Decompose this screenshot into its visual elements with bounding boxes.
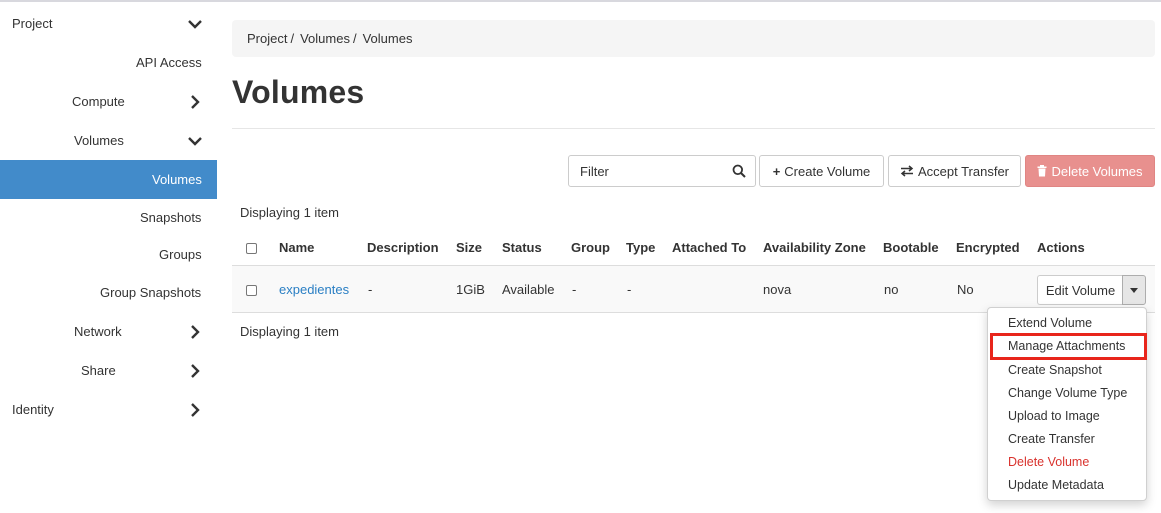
cell-group: - [572,282,577,297]
cell-status: Available [502,282,555,297]
filter-input[interactable] [568,155,756,187]
cell-bootable: no [884,282,899,297]
displaying-count: Displaying 1 item [240,205,339,220]
column-header-type[interactable]: Type [626,240,655,255]
breadcrumb: Project / Volumes / Volumes [232,20,1155,57]
column-header-size[interactable]: Size [456,240,482,255]
sidebar-item-label: Compute [72,94,125,109]
edit-volume-button[interactable]: Edit Volume [1037,275,1123,305]
sidebar-item-label: Snapshots [140,210,202,225]
search-icon[interactable] [732,164,746,178]
sidebar-item-share[interactable]: Share [0,351,217,390]
breadcrumb-separator: / [290,31,295,46]
delete-volumes-label: Delete Volumes [1051,163,1143,179]
accept-transfer-label: Accept Transfer [917,163,1010,179]
chevron-right-icon [191,325,200,339]
sidebar-item-label: Groups [159,247,202,262]
column-header-bootable[interactable]: Bootable [883,240,939,255]
menu-item-create-snapshot[interactable]: Create Snapshot [1008,363,1102,377]
caret-down-icon [1130,287,1138,293]
accept-transfer-button[interactable]: Accept Transfer [888,155,1021,187]
sidebar-item-volumes[interactable]: Volumes [0,160,217,199]
chevron-right-icon [191,403,200,417]
sidebar: Project API Access Compute Volumes Volum… [0,2,217,513]
cell-type: - [627,282,632,297]
create-volume-label: Create Volume [784,163,871,179]
highlight-annotation-box [990,333,1147,360]
divider [232,128,1155,129]
breadcrumb-item[interactable]: Project [247,31,287,46]
column-header-description[interactable]: Description [367,240,439,255]
column-header-attached-to[interactable]: Attached To [672,240,746,255]
cell-availability-zone: nova [763,282,792,297]
select-all-checkbox[interactable] [246,243,257,254]
chevron-down-icon [188,20,202,29]
sidebar-item-snapshots[interactable]: Snapshots [0,198,217,237]
column-header-actions: Actions [1037,240,1085,255]
column-header-availability-zone[interactable]: Availability Zone [763,240,866,255]
actions-dropdown-toggle[interactable] [1122,275,1146,305]
sidebar-item-compute[interactable]: Compute [0,82,217,121]
cell-encrypted: No [957,282,974,297]
chevron-down-icon [188,137,202,146]
volume-name-link[interactable]: expedientes [279,282,349,297]
menu-item-create-transfer[interactable]: Create Transfer [1008,432,1095,446]
sidebar-item-groups[interactable]: Groups [0,235,217,274]
delete-volumes-button[interactable]: Delete Volumes [1025,155,1155,187]
column-header-encrypted[interactable]: Encrypted [956,240,1020,255]
sidebar-item-label: Volumes [74,133,124,148]
sidebar-item-label: Volumes [152,172,202,187]
menu-item-update-metadata[interactable]: Update Metadata [1008,478,1104,492]
sidebar-item-group-snapshots[interactable]: Group Snapshots [0,273,217,312]
cell-size: 1GiB [456,282,485,297]
column-header-name[interactable]: Name [279,240,314,255]
sidebar-item-api-access[interactable]: API Access [0,43,217,82]
exchange-icon [900,165,914,177]
chevron-right-icon [191,364,200,378]
menu-item-extend-volume[interactable]: Extend Volume [1008,316,1092,330]
sidebar-item-label: API Access [136,55,202,70]
row-checkbox[interactable] [246,285,257,296]
menu-item-change-volume-type[interactable]: Change Volume Type [1008,386,1127,400]
sidebar-item-identity[interactable]: Identity [0,390,217,429]
create-volume-button[interactable]: + Create Volume [759,155,884,187]
sidebar-item-label: Group Snapshots [100,285,202,300]
trash-icon [1037,165,1047,177]
column-header-group[interactable]: Group [571,240,610,255]
menu-item-upload-to-image[interactable]: Upload to Image [1008,409,1100,423]
plus-icon: + [772,163,781,179]
sidebar-item-label: Share [81,363,116,378]
cell-description: - [368,282,373,297]
breadcrumb-item[interactable]: Volumes [300,31,350,46]
displaying-count-footer: Displaying 1 item [240,324,339,339]
sidebar-item-project[interactable]: Project [0,4,217,43]
chevron-right-icon [191,95,200,109]
sidebar-item-volumes-group[interactable]: Volumes [0,121,217,160]
sidebar-item-label: Network [74,324,122,339]
page-title: Volumes [232,74,365,110]
sidebar-item-label: Identity [12,402,54,417]
sidebar-item-label: Project [12,16,53,31]
breadcrumb-separator: / [352,31,357,46]
breadcrumb-item-current: Volumes [362,31,413,46]
menu-item-delete-volume[interactable]: Delete Volume [1008,455,1089,469]
column-header-status[interactable]: Status [502,240,542,255]
sidebar-item-network[interactable]: Network [0,312,217,351]
